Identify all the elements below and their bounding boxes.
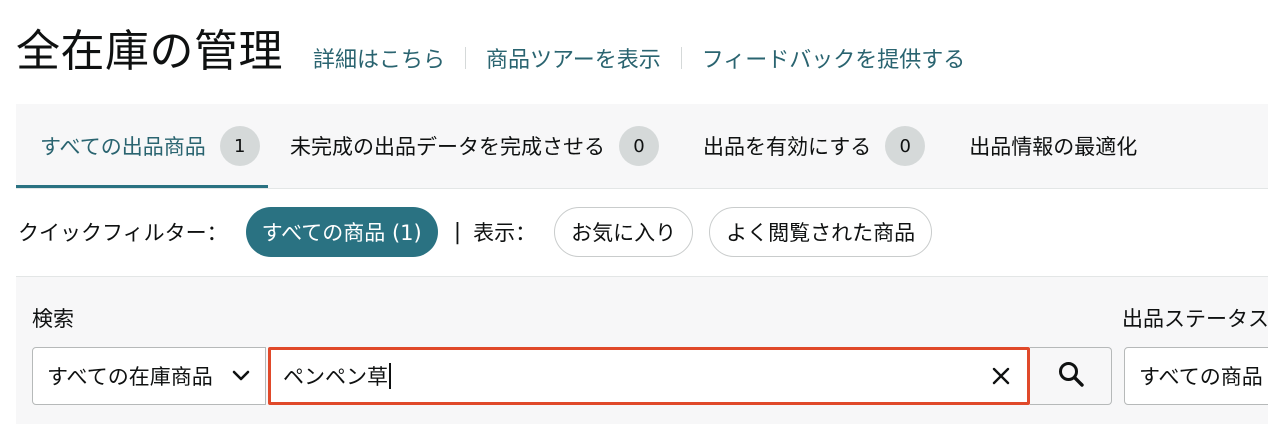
tab-complete-drafts[interactable]: 未完成の出品データを完成させる 0 — [268, 104, 681, 188]
frequently-viewed-chip[interactable]: よく閲覧された商品 — [709, 207, 933, 257]
tab-all-listings[interactable]: すべての出品商品 1 — [16, 104, 268, 188]
page-title: 全在庫の管理 — [16, 26, 283, 77]
chevron-down-icon — [231, 366, 251, 386]
tab-label: 未完成の出品データを完成させる — [290, 135, 605, 159]
link-divider — [465, 47, 467, 69]
quick-filter-label: クイックフィルター： — [18, 221, 228, 245]
page-header: 全在庫の管理 詳細はこちら 商品ツアーを表示 フィードバックを提供する — [16, 22, 965, 82]
header-links: 詳細はこちら 商品ツアーを表示 フィードバックを提供する — [313, 42, 965, 74]
tab-label: すべての出品商品 — [40, 135, 206, 159]
search-scope-select[interactable]: すべての在庫商品 — [32, 347, 266, 405]
search-button[interactable] — [1030, 347, 1112, 405]
product-tour-link[interactable]: 商品ツアーを表示 — [486, 42, 661, 74]
close-icon[interactable] — [987, 362, 1015, 390]
search-label: 検索 — [32, 307, 74, 331]
listing-tabs: すべての出品商品 1 未完成の出品データを完成させる 0 出品を有効にする 0 … — [16, 104, 1268, 189]
listing-status-select[interactable]: すべての商品 — [1124, 347, 1268, 405]
tab-label: 出品を有効にする — [703, 135, 872, 159]
search-icon — [1057, 360, 1085, 392]
feedback-link[interactable]: フィードバックを提供する — [702, 42, 966, 74]
learn-more-link[interactable]: 詳細はこちら — [313, 42, 445, 74]
link-divider — [680, 47, 682, 69]
listing-status-value: すべての商品 — [1139, 365, 1263, 389]
listing-status-label: 出品ステータス — [1122, 307, 1268, 331]
filter-panel: 検索 出品ステータス すべての在庫商品 ペンペン草 すべての商品 — [16, 276, 1268, 424]
tab-count-badge: 0 — [885, 126, 926, 166]
filter-separator: | — [453, 219, 462, 245]
show-label: 表示： — [473, 221, 537, 245]
search-input[interactable]: ペンペン草 — [283, 361, 388, 391]
tab-count-badge: 0 — [619, 126, 659, 166]
tab-label: 出品情報の最適化 — [969, 135, 1138, 159]
all-products-chip[interactable]: すべての商品 (1) — [245, 207, 438, 257]
inventory-page: 全在庫の管理 詳細はこちら 商品ツアーを表示 フィードバックを提供する すべての… — [0, 0, 1268, 424]
favorites-chip[interactable]: お気に入り — [554, 207, 694, 257]
tab-activate-listings[interactable]: 出品を有効にする 0 — [681, 104, 947, 188]
text-caret — [389, 363, 391, 389]
tab-optimize-listings[interactable]: 出品情報の最適化 — [947, 104, 1159, 188]
search-scope-value: すべての在庫商品 — [47, 365, 213, 389]
tab-count-badge: 1 — [219, 126, 260, 166]
quick-filters: クイックフィルター： すべての商品 (1) | 表示： お気に入り よく閲覧され… — [18, 204, 948, 260]
search-input-box[interactable]: ペンペン草 — [268, 347, 1030, 405]
